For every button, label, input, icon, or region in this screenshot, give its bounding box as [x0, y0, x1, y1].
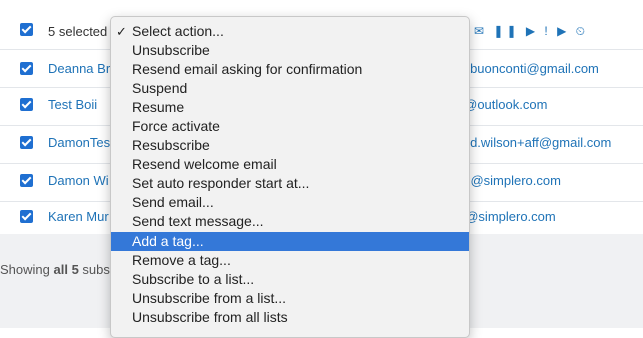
- menu-item-add-tag[interactable]: Add a tag...: [111, 232, 469, 251]
- showing-count: Showing all 5 subs: [0, 262, 110, 277]
- menu-item-send-email[interactable]: Send email...: [111, 193, 469, 212]
- subscriber-email[interactable]: n@simplero.com: [458, 209, 556, 224]
- subscriber-name[interactable]: Damon Wi: [48, 173, 109, 188]
- subscriber-name[interactable]: DamonTes: [48, 135, 110, 150]
- bulk-action-icons[interactable]: ✉ ❚❚ ▶ ! ▶ ⏲: [474, 24, 588, 39]
- menu-item-resubscribe[interactable]: Resubscribe: [111, 136, 469, 155]
- menu-item-select-action[interactable]: ✓ Select action...: [111, 22, 469, 41]
- menu-item-resend-welcome[interactable]: Resend welcome email: [111, 155, 469, 174]
- menu-item-suspend[interactable]: Suspend: [111, 79, 469, 98]
- menu-item-resend-confirmation[interactable]: Resend email asking for confirmation: [111, 60, 469, 79]
- row-checkbox[interactable]: [20, 210, 33, 223]
- menu-item-remove-tag[interactable]: Remove a tag...: [111, 251, 469, 270]
- row-checkbox[interactable]: [20, 136, 33, 149]
- checkmark-icon: ✓: [116, 24, 127, 39]
- menu-item-force-activate[interactable]: Force activate: [111, 117, 469, 136]
- selected-count: 5 selected: [48, 24, 108, 39]
- menu-item-unsubscribe[interactable]: Unsubscribe: [111, 41, 469, 60]
- select-all-checkbox[interactable]: [20, 23, 33, 36]
- row-checkbox[interactable]: [20, 62, 33, 75]
- subscriber-name[interactable]: Karen Mur: [48, 209, 109, 224]
- menu-item-subscribe-list[interactable]: Subscribe to a list...: [111, 270, 469, 289]
- bulk-action-menu[interactable]: ✓ Select action... Unsubscribe Resend em…: [110, 16, 470, 338]
- menu-item-unsubscribe-all[interactable]: Unsubscribe from all lists: [111, 308, 469, 327]
- menu-item-send-text[interactable]: Send text message...: [111, 212, 469, 231]
- subscriber-email[interactable]: on.d.wilson+aff@gmail.com: [452, 135, 611, 150]
- row-checkbox[interactable]: [20, 98, 33, 111]
- subscriber-email[interactable]: on@simplero.com: [456, 173, 561, 188]
- menu-item-resume[interactable]: Resume: [111, 98, 469, 117]
- subscriber-name[interactable]: Deanna Br: [48, 61, 110, 76]
- subscriber-name[interactable]: Test Boii: [48, 97, 97, 112]
- row-checkbox[interactable]: [20, 174, 33, 187]
- subscriber-email[interactable]: na.buonconti@gmail.com: [452, 61, 599, 76]
- menu-item-unsubscribe-list[interactable]: Unsubscribe from a list...: [111, 289, 469, 308]
- menu-item-auto-responder[interactable]: Set auto responder start at...: [111, 174, 469, 193]
